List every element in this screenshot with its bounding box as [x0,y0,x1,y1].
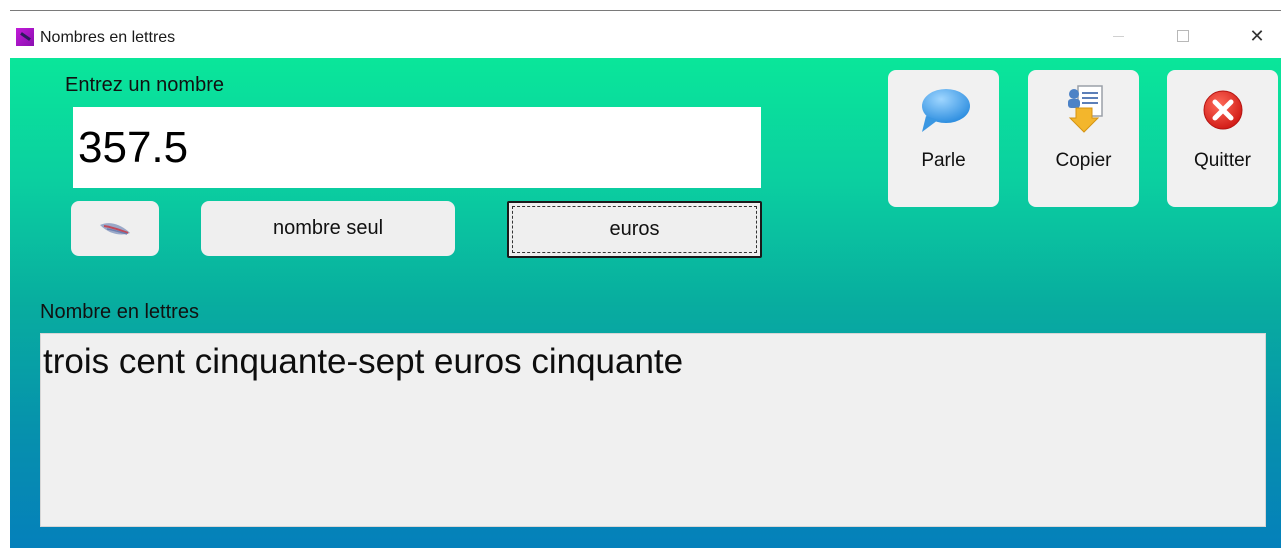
focus-rectangle [512,206,757,253]
output-label: Nombre en lettres [40,301,199,323]
copier-label: Copier [1055,150,1112,171]
parle-button[interactable]: Parle [888,70,999,207]
app-icon [16,28,34,46]
minimize-button[interactable] [1095,21,1141,51]
speech-bubble-icon [921,89,970,132]
maximize-button[interactable] [1160,21,1206,51]
app-window: Nombres en lettres ✕ Entrez un nombre no… [10,10,1281,548]
quitter-button[interactable]: Quitter [1167,70,1278,207]
euros-button[interactable]: euros [507,201,762,258]
red-x-icon [1203,90,1242,130]
feather-button[interactable] [71,201,159,256]
quitter-label: Quitter [1193,150,1252,171]
title-bar[interactable]: Nombres en lettres ✕ [10,11,1281,58]
number-input[interactable] [73,107,761,188]
feather-icon [100,222,130,235]
window-title: Nombres en lettres [40,29,176,46]
parle-label: Parle [921,150,966,171]
output-text-area[interactable]: trois cent cinquante-sept euros cinquant… [40,333,1266,527]
number-input-label: Entrez un nombre [65,74,224,96]
main-panel: Entrez un nombre nombre seul euros [10,58,1281,548]
close-window-button[interactable]: ✕ [1234,21,1280,51]
copier-button[interactable]: Copier [1028,70,1139,207]
nombre-seul-button[interactable]: nombre seul [201,201,455,256]
copy-document-icon [1067,85,1103,133]
